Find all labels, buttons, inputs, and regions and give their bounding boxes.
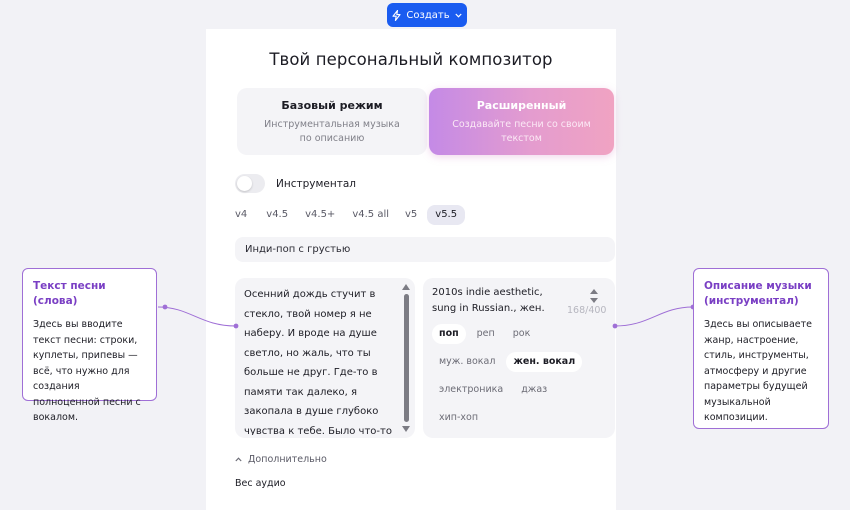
mode-extended-subtitle: Создавайте песни со своим текстом [452, 119, 591, 144]
scroll-up-icon[interactable] [402, 284, 410, 290]
version-v4-5-all[interactable]: v4.5 all [352, 205, 389, 225]
more-label: Дополнительно [248, 454, 327, 465]
version-v5[interactable]: v5 [405, 205, 417, 225]
audio-weight-label: Вес аудио [235, 478, 286, 489]
tag-row: поп реп рок [432, 324, 607, 344]
chevron-up-icon [235, 457, 242, 462]
instrumental-toggle-label: Инструментал [276, 177, 356, 190]
lyrics-textarea[interactable]: Осенний дождь стучит в стекло, твой номе… [235, 278, 415, 438]
tag-rock[interactable]: рок [506, 324, 538, 344]
chevron-down-icon [454, 13, 462, 18]
page-title: Твой персональный композитор [269, 50, 553, 69]
version-selector: v4 v4.5 v4.5+ v4.5 all v5 v5.5 [235, 205, 466, 225]
description-box[interactable]: 2010s indie aesthetic, sung in Russian.,… [423, 278, 615, 438]
scroll-down-icon[interactable] [402, 426, 410, 432]
mode-extended-button[interactable]: Расширенный Создавайте песни со своим те… [429, 88, 614, 155]
instrumental-toggle-row: Инструментал [235, 174, 356, 193]
mode-extended-title: Расширенный [476, 99, 567, 112]
style-input[interactable]: Инди-поп с грустью [235, 237, 615, 262]
tag-pop[interactable]: поп [432, 324, 466, 344]
genre-tags: поп реп рок муж. вокал жен. вокал электр… [432, 324, 607, 436]
tag-female-vocal[interactable]: жен. вокал [506, 352, 583, 372]
more-toggle[interactable]: Дополнительно [235, 454, 327, 465]
tag-rap[interactable]: реп [470, 324, 502, 344]
create-button[interactable]: Создать [387, 3, 467, 27]
tag-row: электроника джаз [432, 380, 607, 400]
tag-jazz[interactable]: джаз [514, 380, 554, 400]
mode-basic-button[interactable]: Базовый режим Инструментальная музыка по… [237, 88, 427, 155]
version-v4-5[interactable]: v4.5 [266, 205, 288, 225]
mode-basic-title: Базовый режим [281, 99, 383, 112]
toggle-knob [237, 176, 252, 191]
version-v4-5-plus[interactable]: v4.5+ [305, 205, 335, 225]
scroll-up-icon[interactable] [590, 289, 598, 294]
description-text: 2010s indie aesthetic, sung in Russian.,… [432, 287, 545, 314]
description-counter: 168/400 [567, 305, 607, 316]
description-callout-title: Описание музыки (инструментал) [704, 280, 812, 307]
lightning-icon [392, 9, 401, 21]
scroll-thumb[interactable] [404, 294, 409, 422]
tag-row: хип-хоп [432, 408, 607, 428]
create-button-label: Создать [406, 9, 450, 21]
lyrics-scrollbar[interactable] [402, 282, 411, 434]
scroll-down-icon[interactable] [590, 298, 598, 303]
mode-basic-subtitle: Инструментальная музыка по описанию [264, 119, 400, 144]
lyrics-callout-title: Текст песни (слова) [33, 280, 106, 307]
version-v5-5[interactable]: v5.5 [427, 205, 466, 225]
tag-row: муж. вокал жен. вокал [432, 352, 607, 372]
tag-male-vocal[interactable]: муж. вокал [432, 352, 502, 372]
instrumental-toggle[interactable] [235, 174, 265, 193]
tag-electronic[interactable]: электроника [432, 380, 510, 400]
composer-card: Твой персональный композитор Базовый реж… [206, 29, 616, 510]
lyrics-text: Осенний дождь стучит в стекло, твой номе… [244, 289, 392, 435]
description-callout: Описание музыки (инструментал) Здесь вы … [693, 268, 829, 429]
description-scrollbar[interactable] [589, 287, 599, 307]
tag-hiphop[interactable]: хип-хоп [432, 408, 485, 428]
version-v4[interactable]: v4 [235, 205, 247, 225]
description-callout-body: Здесь вы описываете жанр, настроение, ст… [704, 319, 813, 423]
lyrics-callout: Текст песни (слова) Здесь вы вводите тек… [22, 268, 157, 423]
lyrics-callout-body: Здесь вы вводите текст песни: строки, ку… [33, 319, 141, 423]
